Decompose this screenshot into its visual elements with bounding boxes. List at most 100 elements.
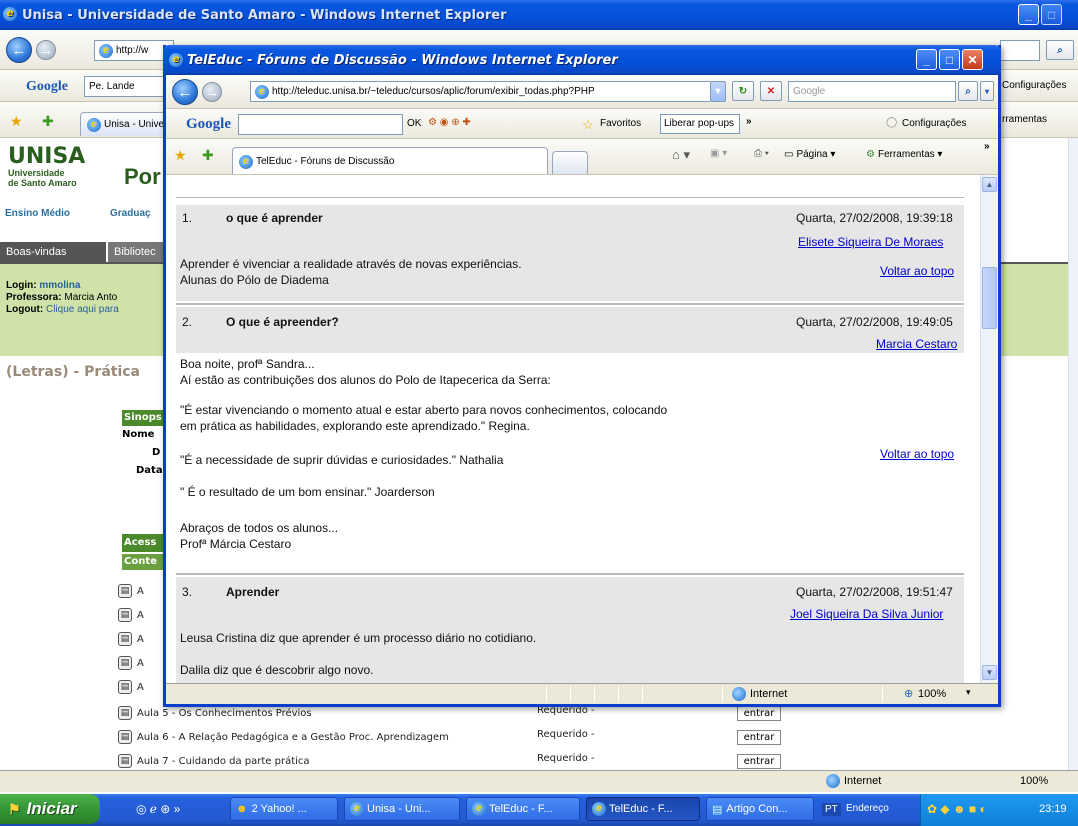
taskbar: ⚑ Iniciar ◎ ℯ ⊛ » ☻ 2 Yahoo! ... e Unisa - … [0, 794, 1078, 826]
lesson-stub-1[interactable]: ▤ A [118, 584, 144, 598]
popup-status-zoom[interactable]: 100% [918, 688, 946, 700]
popup-search-options[interactable]: ▾ [980, 81, 994, 101]
lesson-stub-3[interactable]: ▤ A [118, 632, 144, 646]
lesson-5-enter-button[interactable]: entrar [737, 706, 781, 721]
nav-graduacao[interactable]: Graduaç [110, 208, 151, 219]
sinopse-panel: Sinops Nome D Data [122, 410, 168, 505]
lesson-6-enter-button[interactable]: entrar [737, 730, 781, 745]
post-text-line: em prática as habilidades, explorando es… [180, 419, 530, 433]
post-text-line: "É estar vivenciando o momento atual e e… [180, 403, 668, 417]
post-text-line: " É o resultado de um bom ensinar." Joar… [180, 485, 435, 499]
popup-search-input[interactable]: Google [788, 81, 956, 102]
favorites-star-icon[interactable]: ☆ [582, 117, 594, 133]
popup-window-title: TelEduc - Fóruns de Discussão - Windows … [187, 52, 618, 68]
popup-status-zone: Internet [750, 688, 788, 700]
post-title: o que é aprender [226, 211, 323, 225]
scroll-down-button[interactable]: ▼ [982, 665, 997, 680]
outer-minimize-button[interactable]: _ [1018, 4, 1039, 25]
outer-tab-unisa[interactable]: e Unisa - Unive [80, 112, 166, 136]
lesson-row-7[interactable]: ▤ Aula 7 - Cuidando da parte prática [118, 754, 310, 768]
popup-back-button[interactable]: ← [172, 79, 198, 105]
post-author-link[interactable]: Marcia Cestaro [876, 337, 957, 351]
refresh-button[interactable]: ↻ [732, 81, 754, 101]
feeds-icon[interactable]: ▣ ▾ [710, 148, 727, 159]
nav-ensino-medio[interactable]: Ensino Médio [5, 208, 70, 219]
outer-back-button[interactable]: ← [6, 37, 32, 63]
settings-circle-icon: ◯ [886, 117, 898, 128]
popup-scrollbar[interactable]: ▲ ▼ [980, 175, 998, 683]
scroll-thumb[interactable] [982, 267, 997, 329]
quick-launch-icons[interactable]: ◎ ℯ ⊛ » [136, 802, 180, 816]
lesson-stub-4[interactable]: ▤ A [118, 656, 144, 670]
address-toolbar-label[interactable]: Endereço [846, 803, 889, 814]
popup-title-bar: e TelEduc - Fóruns de Discussão - Window… [163, 45, 1001, 75]
popup-google-input[interactable] [238, 114, 403, 135]
scroll-up-button[interactable]: ▲ [982, 177, 997, 192]
outer-maximize-button[interactable]: □ [1041, 4, 1062, 25]
course-title: (Letras) - Prática [6, 364, 140, 380]
popup-tools-menu[interactable]: ⚙ Ferramentas ▾ [866, 149, 942, 160]
lesson-7-enter-button[interactable]: entrar [737, 754, 781, 769]
popup-page-menu[interactable]: ▭ Página ▾ [784, 149, 835, 160]
tab-overflow-chevron[interactable]: » [984, 141, 990, 152]
popup-forward-button[interactable]: → [202, 82, 222, 102]
popup-ok-button[interactable]: OK [407, 118, 421, 129]
popup-minimize-button[interactable]: _ [916, 49, 937, 70]
logout-link[interactable]: Clique aqui para [46, 304, 119, 315]
ie-icon: e [592, 802, 606, 816]
popup-close-button[interactable]: ✕ [962, 49, 983, 70]
taskbar-task-yahoo[interactable]: ☻ 2 Yahoo! ... [230, 797, 338, 821]
tab-boas-vindas[interactable]: Boas-vindas [0, 242, 106, 262]
language-indicator[interactable]: PT [822, 803, 841, 816]
outer-scrollbar[interactable] [1068, 138, 1078, 770]
popup-favorites-menu[interactable]: Favoritos [600, 118, 641, 129]
lesson-row-5[interactable]: ▤ Aula 5 - Os Conhecimentos Prévios [118, 706, 312, 720]
back-to-top-link[interactable]: Voltar ao topo [880, 264, 954, 278]
popup-address-input[interactable]: e http://teleduc.unisa.br/~teleduc/cursos… [250, 81, 710, 102]
start-button[interactable]: ⚑ Iniciar [0, 794, 100, 824]
post-text-line: Abraços de todos os alunos... [180, 521, 339, 535]
taskbar-task-teleduc-2[interactable]: e TelEduc - F... [586, 797, 700, 821]
popup-config-menu[interactable]: Configurações [902, 118, 966, 129]
page-icon: e [255, 84, 269, 99]
post-author-link[interactable]: Elisete Siqueira De Moraes [798, 235, 943, 249]
favorites-star-icon[interactable]: ★ [10, 113, 23, 130]
tab-biblioteca[interactable]: Bibliotec [108, 242, 168, 262]
popup-status-bar: Internet ⊕ 100% ▾ [166, 683, 998, 704]
outer-tools-menu[interactable]: rramentas [1002, 114, 1047, 125]
post-author-link[interactable]: Joel Siqueira Da Silva Junior [790, 607, 943, 621]
outer-status-zoom[interactable]: 100% [1020, 775, 1048, 787]
outer-address-input[interactable]: e http://w [94, 40, 174, 61]
outer-config-menu[interactable]: Configurações [1002, 80, 1066, 91]
zoom-dropdown-icon[interactable]: ▾ [966, 687, 971, 698]
new-tab-button[interactable] [552, 151, 588, 174]
ie-icon: e [169, 53, 183, 67]
outer-search-button[interactable]: ⌕ [1046, 40, 1074, 60]
lesson-stub-2[interactable]: ▤ A [118, 608, 144, 622]
home-icon[interactable]: ⌂ ▾ [672, 147, 690, 163]
lesson-row-6[interactable]: ▤ Aula 6 - A Relação Pedagógica e a Gestã… [118, 730, 449, 744]
tray-icons[interactable]: ✿ ◆ ☻ ■ ◐ [927, 802, 987, 816]
add-favorite-icon[interactable]: ✚ [202, 147, 214, 164]
toolbar-tools-icons[interactable]: ⚙ ◉ ⊕ ✚ [428, 117, 471, 128]
outer-google-input[interactable]: Pe. Lande [84, 76, 164, 97]
popup-address-dropdown[interactable]: ▾ [710, 81, 726, 102]
favorites-center-icon[interactable]: ★ [174, 147, 187, 164]
add-favorite-icon[interactable]: ✚ [42, 113, 54, 130]
popup-tab-teleduc[interactable]: e TelEduc - Fóruns de Discussão [232, 147, 548, 174]
post-text-line: Alunas do Pólo de Diadema [180, 273, 329, 287]
popup-search-button[interactable]: ⌕ [958, 81, 978, 101]
popup-blocker-button[interactable]: Liberar pop-ups [660, 114, 740, 134]
outer-status-zone: Internet [844, 775, 882, 787]
outer-search-input[interactable] [1000, 40, 1040, 61]
back-to-top-link[interactable]: Voltar ao topo [880, 447, 954, 461]
stop-button[interactable]: ✕ [760, 81, 782, 101]
outer-forward-button[interactable]: → [36, 40, 56, 60]
popup-maximize-button[interactable]: □ [939, 49, 960, 70]
print-icon[interactable]: ⎙ ▾ [754, 148, 769, 159]
toolbar-overflow-chevron[interactable]: » [746, 116, 752, 127]
taskbar-task-teleduc-1[interactable]: e TelEduc - F... [466, 797, 580, 821]
lesson-stub-5[interactable]: ▤ A [118, 680, 144, 694]
taskbar-task-unisa[interactable]: e Unisa - Uni... [344, 797, 460, 821]
taskbar-task-artigo[interactable]: ▤ Artigo Con... [706, 797, 814, 821]
